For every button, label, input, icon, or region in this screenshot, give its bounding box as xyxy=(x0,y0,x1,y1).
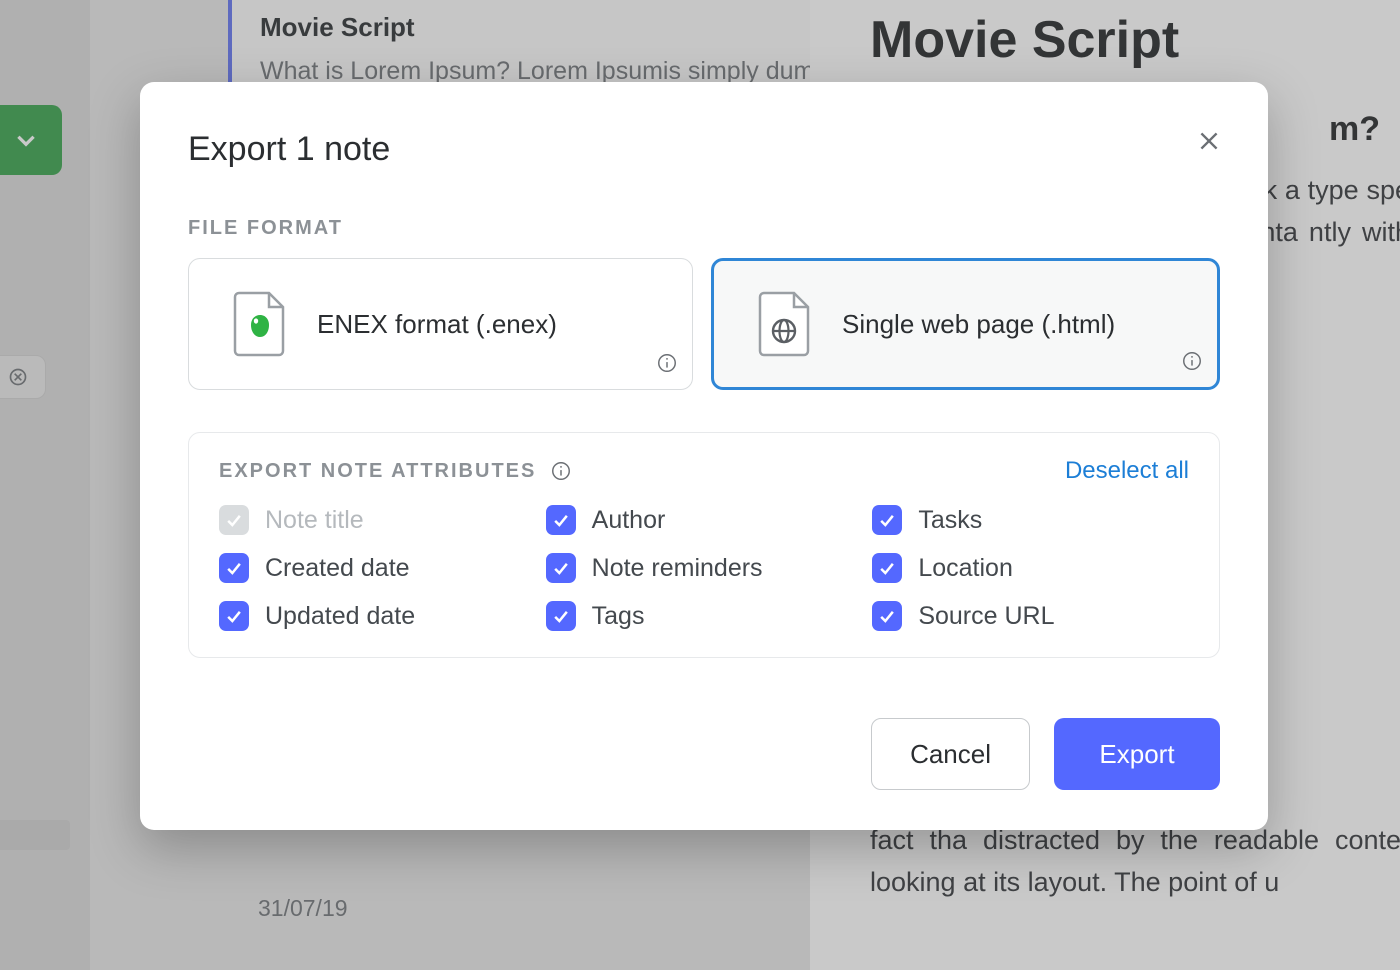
check-icon xyxy=(224,558,244,578)
attr-label: Source URL xyxy=(918,602,1054,631)
dialog-footer: Cancel Export xyxy=(871,718,1220,790)
check-icon xyxy=(551,558,571,578)
deselect-all-link[interactable]: Deselect all xyxy=(1065,457,1189,485)
attr-label: Created date xyxy=(265,554,410,583)
checkbox-created-date[interactable] xyxy=(219,553,249,583)
format-option-enex[interactable]: ENEX format (.enex) xyxy=(188,258,693,390)
attr-label: Location xyxy=(918,554,1013,583)
attr-label: Tasks xyxy=(918,506,982,535)
attr-author[interactable]: Author xyxy=(546,505,863,535)
checkbox-note-title xyxy=(219,505,249,535)
attr-label: Tags xyxy=(592,602,645,631)
attr-note-title: Note title xyxy=(219,505,536,535)
dialog-title: Export 1 note xyxy=(188,130,1220,169)
attributes-grid: Note title Author Tasks Created date Not… xyxy=(219,505,1189,631)
attr-label: Author xyxy=(592,506,666,535)
attributes-panel: EXPORT NOTE ATTRIBUTES Deselect all Note… xyxy=(188,432,1220,658)
checkbox-updated-date[interactable] xyxy=(219,601,249,631)
close-icon xyxy=(1196,128,1222,154)
attr-note-reminders[interactable]: Note reminders xyxy=(546,553,863,583)
info-icon xyxy=(656,352,678,374)
file-format-label: FILE FORMAT xyxy=(188,217,1220,240)
file-html-icon xyxy=(756,291,812,357)
attr-created-date[interactable]: Created date xyxy=(219,553,536,583)
check-icon xyxy=(224,606,244,626)
file-format-options: ENEX format (.enex) Single web page (.ht… xyxy=(188,258,1220,390)
format-info-button[interactable] xyxy=(656,352,678,379)
check-icon xyxy=(877,510,897,530)
format-option-html[interactable]: Single web page (.html) xyxy=(711,258,1220,390)
export-dialog: Export 1 note FILE FORMAT ENEX format (.… xyxy=(140,82,1268,830)
checkbox-tags[interactable] xyxy=(546,601,576,631)
format-info-button[interactable] xyxy=(1181,350,1203,377)
attr-label: Note title xyxy=(265,506,364,535)
checkbox-note-reminders[interactable] xyxy=(546,553,576,583)
attr-label: Note reminders xyxy=(592,554,763,583)
format-option-label: Single web page (.html) xyxy=(842,309,1115,340)
attr-source-url[interactable]: Source URL xyxy=(872,601,1189,631)
check-icon xyxy=(877,558,897,578)
attr-location[interactable]: Location xyxy=(872,553,1189,583)
info-icon xyxy=(1181,350,1203,372)
attributes-label: EXPORT NOTE ATTRIBUTES xyxy=(219,460,536,483)
close-button[interactable] xyxy=(1190,122,1228,160)
attr-tags[interactable]: Tags xyxy=(546,601,863,631)
check-icon xyxy=(551,606,571,626)
info-icon[interactable] xyxy=(550,460,572,482)
cancel-button[interactable]: Cancel xyxy=(871,718,1030,790)
attr-label: Updated date xyxy=(265,602,415,631)
check-icon xyxy=(224,510,244,530)
export-button[interactable]: Export xyxy=(1054,718,1220,790)
checkbox-location[interactable] xyxy=(872,553,902,583)
checkbox-source-url[interactable] xyxy=(872,601,902,631)
checkbox-tasks[interactable] xyxy=(872,505,902,535)
checkbox-author[interactable] xyxy=(546,505,576,535)
check-icon xyxy=(551,510,571,530)
attr-updated-date[interactable]: Updated date xyxy=(219,601,536,631)
check-icon xyxy=(877,606,897,626)
format-option-label: ENEX format (.enex) xyxy=(317,309,557,340)
attr-tasks[interactable]: Tasks xyxy=(872,505,1189,535)
file-enex-icon xyxy=(231,291,287,357)
